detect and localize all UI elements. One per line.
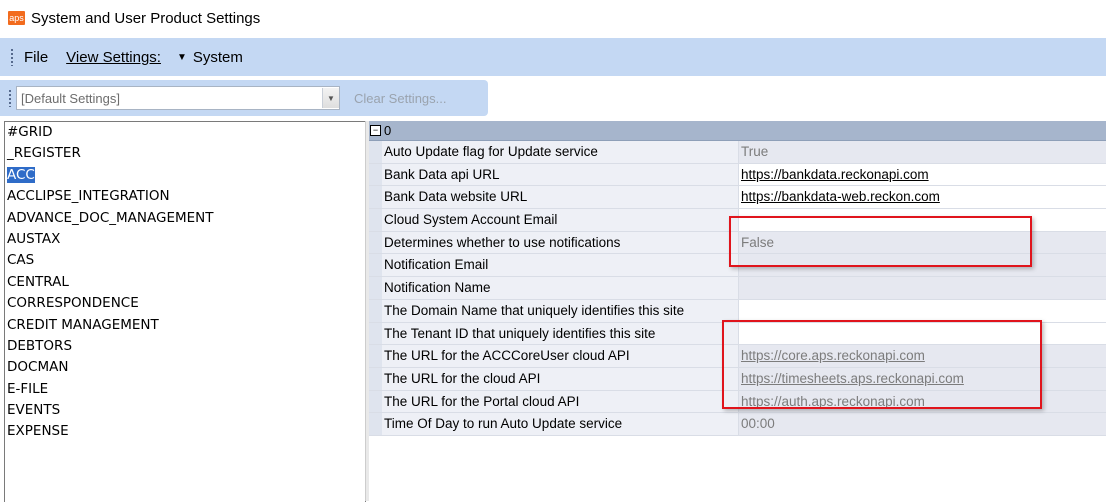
menu-bar: File View Settings: ▼ System [0, 38, 1106, 76]
property-grid: − 0 Auto Update flag for Update service … [369, 121, 1106, 501]
property-value[interactable]: 00:00 [739, 413, 1106, 435]
list-item[interactable]: EXPENSE [5, 421, 365, 442]
group-label: 0 [384, 123, 392, 138]
property-name: The Domain Name that uniquely identifies… [382, 299, 739, 322]
list-item[interactable]: ADVANCE_DOC_MANAGEMENT [5, 208, 365, 229]
property-name: Time Of Day to run Auto Update service [382, 413, 739, 435]
menu-view-settings[interactable]: View Settings: [64, 47, 163, 68]
property-name: Bank Data api URL [382, 163, 739, 186]
grid-row-auto-update-flag[interactable]: Auto Update flag for Update service True [369, 141, 1106, 164]
module-list[interactable]: #GRID _REGISTER ACC ACCLIPSE_INTEGRATION… [4, 121, 366, 502]
grid-row-bank-data-website-url[interactable]: Bank Data website URL https://bankdata-w… [369, 186, 1106, 210]
list-item[interactable]: DEBTORS [5, 336, 365, 357]
menu-view-settings-label: View Settings: [66, 48, 161, 66]
list-item[interactable]: CAS [5, 250, 365, 271]
property-value[interactable]: https://bankdata.reckonapi.com [739, 163, 1106, 186]
chevron-down-icon[interactable]: ▼ [177, 52, 187, 63]
property-name: Bank Data website URL [382, 186, 739, 209]
clear-settings-button[interactable]: Clear Settings... [354, 91, 447, 106]
list-item[interactable]: AUSTAX [5, 229, 365, 250]
menu-grip-icon[interactable] [10, 48, 14, 66]
list-item[interactable]: E-FILE [5, 379, 365, 400]
menu-system[interactable]: System [191, 47, 245, 68]
list-item[interactable]: CENTRAL [5, 272, 365, 293]
annotation-highlight-box [729, 216, 1032, 267]
window-title: System and User Product Settings [31, 9, 261, 27]
property-name: Notification Email [382, 254, 739, 277]
property-value[interactable] [739, 299, 1106, 322]
property-value[interactable] [739, 277, 1106, 299]
list-item[interactable]: CORRESPONDENCE [5, 293, 365, 314]
property-name: Auto Update flag for Update service [382, 141, 739, 163]
dropdown-arrow-icon[interactable]: ▼ [322, 88, 339, 108]
list-item[interactable]: ACCLIPSE_INTEGRATION [5, 186, 365, 207]
property-name: The URL for the cloud API [382, 367, 739, 390]
settings-toolstrip: [Default Settings] ▼ Clear Settings... [0, 80, 488, 116]
grid-row-auto-update-time[interactable]: Time Of Day to run Auto Update service 0… [369, 413, 1106, 436]
property-name: Notification Name [382, 277, 739, 299]
settings-profile-value: [Default Settings] [21, 90, 120, 106]
property-value[interactable]: True [739, 141, 1106, 163]
property-name: The URL for the ACCCoreUser cloud API [382, 345, 739, 367]
grid-group-header[interactable]: − 0 [369, 121, 1106, 141]
settings-profile-select[interactable]: [Default Settings] ▼ [16, 86, 340, 110]
grid-row-notification-name[interactable]: Notification Name [369, 277, 1106, 300]
list-item[interactable]: DOCMAN [5, 357, 365, 378]
grid-row-bank-data-api-url[interactable]: Bank Data api URL https://bankdata.recko… [369, 163, 1106, 187]
collapse-icon[interactable]: − [370, 125, 381, 136]
list-item-selected[interactable]: ACC [5, 165, 365, 186]
annotation-highlight-box [722, 320, 1042, 409]
toolbar-grip-icon[interactable] [8, 89, 12, 107]
property-name: The Tenant ID that uniquely identifies t… [382, 322, 739, 345]
property-name: The URL for the Portal cloud API [382, 390, 739, 413]
property-name: Determines whether to use notifications [382, 231, 739, 254]
menu-file[interactable]: File [22, 47, 50, 68]
title-bar: aps System and User Product Settings [0, 0, 1106, 36]
app-logo-icon: aps [8, 11, 25, 25]
list-item[interactable]: CREDIT MANAGEMENT [5, 315, 365, 336]
toolbar: [Default Settings] ▼ Clear Settings... [0, 76, 1106, 120]
property-name: Cloud System Account Email [382, 209, 739, 231]
list-item[interactable]: #GRID [5, 122, 365, 143]
list-item[interactable]: EVENTS [5, 400, 365, 421]
property-value[interactable]: https://bankdata-web.reckon.com [739, 186, 1106, 209]
list-item[interactable]: _REGISTER [5, 143, 365, 164]
